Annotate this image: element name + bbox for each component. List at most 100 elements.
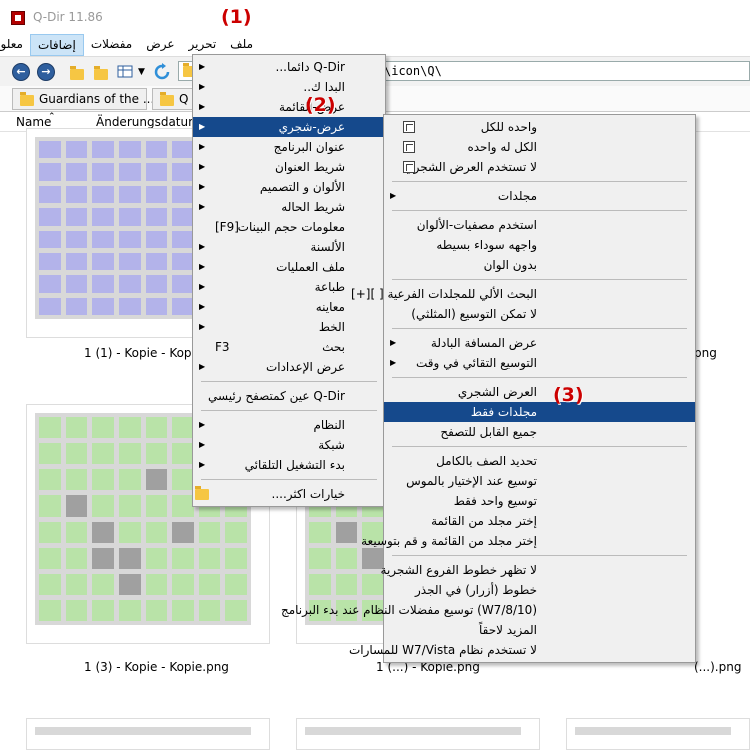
shortcut-label: [F9] xyxy=(215,220,239,234)
new-folder-icon[interactable] xyxy=(92,63,110,81)
menu-item-label: واجهه سوداء بسيطه xyxy=(436,238,537,252)
menu-item-label: بدء التشغيل التلقائي xyxy=(244,458,345,472)
tree_menu-item-13[interactable]: عرض المسافة البادلة ▶ xyxy=(384,333,695,353)
tree_menu-item-17[interactable]: مجلدات فقط xyxy=(384,402,695,422)
menu-0[interactable]: ملف xyxy=(223,34,260,56)
file-thumbnail[interactable] xyxy=(296,718,540,750)
menu-4[interactable]: إضافات xyxy=(29,34,84,56)
tab-label: Guardians of the ... xyxy=(39,92,155,106)
menu-1[interactable]: تحرير xyxy=(182,34,224,56)
refresh-icon[interactable] xyxy=(153,63,171,81)
submenu-arrow-icon: ▶ xyxy=(199,82,206,91)
back-icon[interactable]: ← xyxy=(12,63,30,81)
menu-item-label: Q-Dir عين كمتصفح رئيسي xyxy=(208,389,345,403)
menu-separator xyxy=(392,555,687,556)
menu-2[interactable]: عرض xyxy=(139,34,181,56)
extras_menu-item-17[interactable]: Q-Dir عين كمتصفح رئيسي xyxy=(193,386,385,406)
tab-q[interactable]: Q xyxy=(152,88,197,110)
submenu-arrow-icon: ▶ xyxy=(199,420,206,429)
file-thumbnail[interactable] xyxy=(566,718,750,750)
extras_menu-item-10[interactable]: ملف العمليات ▶ xyxy=(193,257,385,277)
file-thumbnail[interactable] xyxy=(26,718,270,750)
extras_menu-item-21[interactable]: بدء التشغيل التلقائي ▶ xyxy=(193,455,385,475)
extras_menu-item-0[interactable]: Q-Dir دائما... ▶ xyxy=(193,57,385,77)
menu-item-label: التوسيع التقائي في وقت xyxy=(415,356,537,370)
extras_menu-item-20[interactable]: شبكة ▶ xyxy=(193,435,385,455)
menu-5[interactable]: معلومات xyxy=(0,34,30,56)
submenu-arrow-icon: ▶ xyxy=(199,302,206,311)
tab-guardians[interactable]: Guardians of the ... xyxy=(12,88,154,110)
tree_menu-item-29[interactable]: المزيد لاحقاً xyxy=(384,620,695,640)
column-date[interactable]: Änderungsdatum xyxy=(96,115,200,129)
tree_menu-item-4[interactable]: مجلدات ▶ xyxy=(384,186,695,206)
extras_menu-item-6[interactable]: الألوان و التصميم ▶ xyxy=(193,177,385,197)
tree_menu-item-21[interactable]: توسيع عند الإختيار بالموس xyxy=(384,471,695,491)
tree_menu-item-20[interactable]: تحديد الصف بالكامل xyxy=(384,451,695,471)
menu-bar: ملفتحريرعرضمفضلاتإضافاتمعلومات xyxy=(0,34,750,56)
extras_menu-item-2[interactable]: عرض-القائمة ▶ xyxy=(193,97,385,117)
app-icon xyxy=(11,11,25,25)
menu-item-label: معلومات حجم البينات xyxy=(237,220,345,234)
submenu-arrow-icon: ▶ xyxy=(199,440,206,449)
tree_menu-item-16[interactable]: العرض الشجري xyxy=(384,382,695,402)
submenu-arrow-icon: ▶ xyxy=(390,338,397,347)
view-grid-icon[interactable] xyxy=(117,63,135,81)
tree_menu-item-11[interactable]: لا تمكن التوسيع (المثلثي) xyxy=(384,304,695,324)
menu-3[interactable]: مفضلات xyxy=(84,34,139,56)
submenu-arrow-icon: ▶ xyxy=(199,460,206,469)
title-bar: Q-Dir 11.86 xyxy=(0,0,750,34)
tree_menu-item-10[interactable]: البحث الألي للمجلدات الفرعية [ ][+] xyxy=(351,284,695,304)
extras_menu-item-15[interactable]: عرض الإعدادات ▶ xyxy=(193,357,385,377)
up-folder-icon[interactable] xyxy=(68,63,86,81)
submenu-arrow-icon: ▶ xyxy=(199,322,206,331)
menu-item-label: العرض الشجري xyxy=(457,385,537,399)
forward-icon[interactable]: → xyxy=(37,63,55,81)
submenu-arrow-icon: ▶ xyxy=(199,362,206,371)
submenu-arrow-icon: ▶ xyxy=(199,102,206,111)
extras_menu-item-3[interactable]: عرض-شجري ▶ xyxy=(193,117,385,137)
menu-item-label: لا تظهر خطوط الفروع الشجرية xyxy=(380,563,537,577)
tree_menu-item-23[interactable]: إختر مجلد من القائمة xyxy=(384,511,695,531)
column-name[interactable]: Name xyxy=(16,115,51,129)
extras_menu-item-23[interactable]: خيارات اكثر.... xyxy=(193,484,385,504)
menu-item-label: عرض-شجري xyxy=(278,120,345,134)
tree_menu-item-8[interactable]: بدون الوان xyxy=(384,255,695,275)
sort-up-icon: ⌃ xyxy=(48,112,56,122)
tree_menu-item-0[interactable]: واحده للكل xyxy=(384,117,695,137)
tree_menu-item-6[interactable]: استخدم مصفيات-الألوان xyxy=(384,215,695,235)
tree_menu-item-1[interactable]: الكل له واحده xyxy=(384,137,695,157)
menu-item-label: بحث xyxy=(322,340,345,354)
menu-item-label: Q-Dir دائما... xyxy=(275,60,346,74)
file-caption: png xyxy=(694,346,717,360)
address-path: \icon\Q\ xyxy=(384,64,442,78)
tree_menu-item-14[interactable]: التوسيع التقائي في وقت ▶ xyxy=(384,353,695,373)
tree_menu-item-24[interactable]: إختر مجلد من القائمة و قم بتوسيعة xyxy=(361,531,695,551)
tree_menu-item-26[interactable]: لا تظهر خطوط الفروع الشجرية xyxy=(380,560,695,580)
tree_menu-item-22[interactable]: توسيع واحد فقط xyxy=(384,491,695,511)
extras_menu-item-1[interactable]: البدا ك.. ▶ xyxy=(193,77,385,97)
menu-item-label: لا تستخدم العرض الشجري xyxy=(404,160,537,174)
submenu-arrow-icon: ▶ xyxy=(199,262,206,271)
extras-menu: Q-Dir دائما... ▶ البدا ك.. ▶ عرض-القائمة ▶ عرض… xyxy=(192,54,386,507)
menu-item-label: معاينه xyxy=(315,300,345,314)
extras_menu-item-9[interactable]: الألسنة ▶ xyxy=(193,237,385,257)
menu-item-label: الكل له واحده xyxy=(467,140,537,154)
tree_menu-item-27[interactable]: خطوط (أزرار) في الجذر xyxy=(384,580,695,600)
thumbnail-image xyxy=(305,727,521,735)
extras_menu-item-7[interactable]: شريط الحاله ▶ xyxy=(193,197,385,217)
tree_menu-item-7[interactable]: واجهه سوداء بسيطه xyxy=(384,235,695,255)
tree_menu-item-18[interactable]: جميع القابل للتصفح xyxy=(384,422,695,442)
tree_menu-item-28[interactable]: (W7/8/10) توسيع مفضلات النظام عند بدء ال… xyxy=(281,600,695,620)
extras_menu-item-14[interactable]: بحث F3 xyxy=(193,337,385,357)
submenu-arrow-icon: ▶ xyxy=(199,202,206,211)
extras_menu-item-8[interactable]: معلومات حجم البينات [F9] xyxy=(193,217,385,237)
extras_menu-item-4[interactable]: عنوان البرنامج ▶ xyxy=(193,137,385,157)
menu-separator xyxy=(392,210,687,211)
menu-item-label: مجلدات فقط xyxy=(470,405,537,419)
extras_menu-item-5[interactable]: شريط العنوان ▶ xyxy=(193,157,385,177)
submenu-arrow-icon: ▶ xyxy=(199,162,206,171)
tree_menu-item-30[interactable]: لا تستخدم نظام W7/Vista للمسارات xyxy=(349,640,695,660)
extras_menu-item-13[interactable]: الخط ▶ xyxy=(193,317,385,337)
tree_menu-item-2[interactable]: لا تستخدم العرض الشجري xyxy=(384,157,695,177)
extras_menu-item-19[interactable]: النظام ▶ xyxy=(193,415,385,435)
